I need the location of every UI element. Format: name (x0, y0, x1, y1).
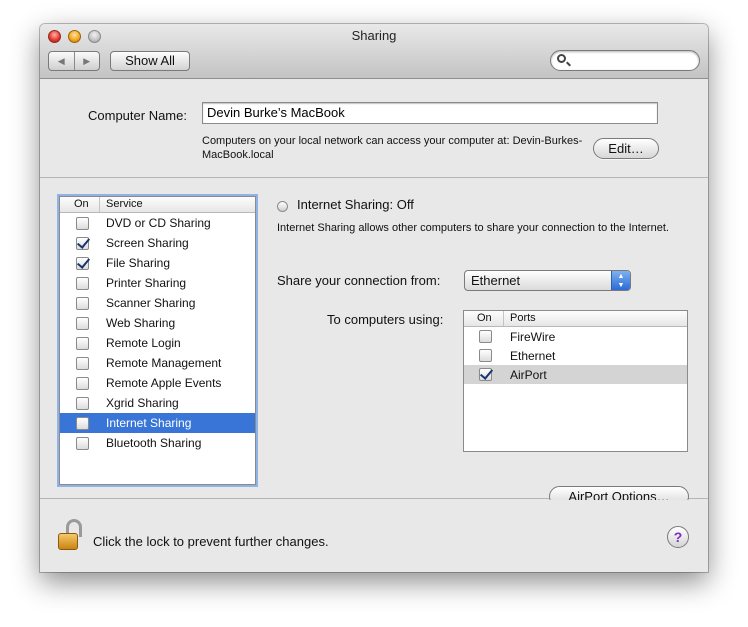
ports-list-header: On Ports (464, 311, 687, 327)
service-name: Remote Apple Events (106, 376, 222, 390)
service-name: Printer Sharing (106, 276, 187, 290)
edit-button[interactable]: Edit… (593, 138, 659, 159)
port-row[interactable]: Ethernet (464, 346, 687, 365)
service-row[interactable]: Screen Sharing (60, 233, 255, 253)
service-name: Internet Sharing (106, 416, 192, 430)
service-list[interactable]: On Service DVD or CD Sharing Screen Shari… (59, 196, 256, 485)
help-button[interactable]: ? (667, 526, 689, 548)
service-row[interactable]: File Sharing (60, 253, 255, 273)
service-checkbox[interactable] (76, 216, 89, 230)
service-row[interactable]: Scanner Sharing (60, 293, 255, 313)
service-checkbox[interactable] (76, 256, 89, 270)
service-checkbox[interactable] (76, 236, 89, 250)
window-title: Sharing (351, 28, 397, 43)
computer-name-label: Computer Name: (88, 108, 187, 123)
column-header-on[interactable]: On (60, 197, 100, 212)
back-forward-control: ◀ ▶ (48, 51, 100, 71)
lock-message: Click the lock to prevent further change… (93, 534, 329, 549)
show-all-button[interactable]: Show All (110, 51, 190, 71)
service-row[interactable]: Xgrid Sharing (60, 393, 255, 413)
footer: Click the lock to prevent further change… (40, 500, 708, 572)
service-row[interactable]: Remote Apple Events (60, 373, 255, 393)
forward-icon[interactable]: ▶ (75, 52, 100, 70)
service-name: Xgrid Sharing (106, 396, 179, 410)
column-header-on[interactable]: On (464, 311, 504, 326)
internet-sharing-status: Internet Sharing: Off (297, 197, 414, 212)
service-row[interactable]: DVD or CD Sharing (60, 213, 255, 233)
service-checkbox[interactable] (76, 316, 89, 330)
service-checkbox[interactable] (76, 336, 89, 350)
service-row[interactable]: Remote Management (60, 353, 255, 373)
computer-address-description: Computers on your local network can acce… (202, 135, 583, 161)
service-checkbox[interactable] (76, 376, 89, 390)
service-row[interactable]: Web Sharing (60, 313, 255, 333)
titlebar: Sharing ◀ ▶ Show All (40, 24, 708, 79)
port-row[interactable]: FireWire (464, 327, 687, 346)
lock-icon[interactable] (54, 519, 88, 553)
service-list-header: On Service (60, 197, 255, 213)
service-row[interactable]: Printer Sharing (60, 273, 255, 293)
service-name: File Sharing (106, 256, 171, 270)
internet-sharing-description: Internet Sharing allows other computers … (277, 222, 669, 234)
port-row[interactable]: AirPort (464, 365, 687, 384)
search-field[interactable] (550, 50, 700, 71)
column-header-ports[interactable]: Ports (504, 311, 536, 326)
port-name: Ethernet (510, 348, 556, 363)
port-checkbox[interactable] (479, 368, 492, 381)
service-name: Remote Login (106, 336, 181, 350)
ports-list[interactable]: On Ports FireWire Ethernet AirPort (463, 310, 688, 452)
column-header-service[interactable]: Service (100, 197, 143, 212)
service-checkbox[interactable] (76, 276, 89, 290)
service-row[interactable]: Internet Sharing (60, 413, 255, 433)
service-checkbox[interactable] (76, 416, 89, 430)
sharing-main-section: On Service DVD or CD Sharing Screen Shari… (40, 179, 708, 507)
service-name: DVD or CD Sharing (106, 216, 211, 230)
computer-name-input[interactable]: Devin Burke’s MacBook (202, 102, 658, 124)
share-from-label: Share your connection from: (277, 273, 441, 288)
share-from-popup[interactable]: Ethernet ▲ ▼ (464, 270, 631, 291)
port-rows: FireWire Ethernet AirPort (464, 327, 687, 384)
to-computers-label: To computers using: (327, 312, 444, 327)
service-name: Web Sharing (106, 316, 176, 330)
service-checkbox[interactable] (76, 296, 89, 310)
back-icon[interactable]: ◀ (49, 52, 75, 70)
share-from-value: Ethernet (471, 273, 521, 288)
sharing-window: Sharing ◀ ▶ Show All Computer Name: Devi… (40, 24, 708, 572)
service-name: Screen Sharing (106, 236, 189, 250)
service-name: Scanner Sharing (106, 296, 196, 310)
port-checkbox[interactable] (479, 349, 492, 362)
port-name: AirPort (510, 367, 547, 382)
service-checkbox[interactable] (76, 356, 89, 370)
status-indicator-icon (277, 201, 288, 212)
service-name: Bluetooth Sharing (106, 436, 202, 450)
service-checkbox[interactable] (76, 396, 89, 410)
port-name: FireWire (510, 329, 556, 344)
search-icon (557, 54, 566, 63)
service-name: Remote Management (106, 356, 222, 370)
service-checkbox[interactable] (76, 436, 89, 450)
service-rows: DVD or CD Sharing Screen Sharing File Shar… (60, 213, 255, 453)
computer-name-section: Computer Name: Devin Burke’s MacBook Com… (40, 80, 708, 178)
port-checkbox[interactable] (479, 330, 492, 343)
popup-arrows-icon: ▲ ▼ (611, 271, 630, 290)
service-row[interactable]: Bluetooth Sharing (60, 433, 255, 453)
service-row[interactable]: Remote Login (60, 333, 255, 353)
